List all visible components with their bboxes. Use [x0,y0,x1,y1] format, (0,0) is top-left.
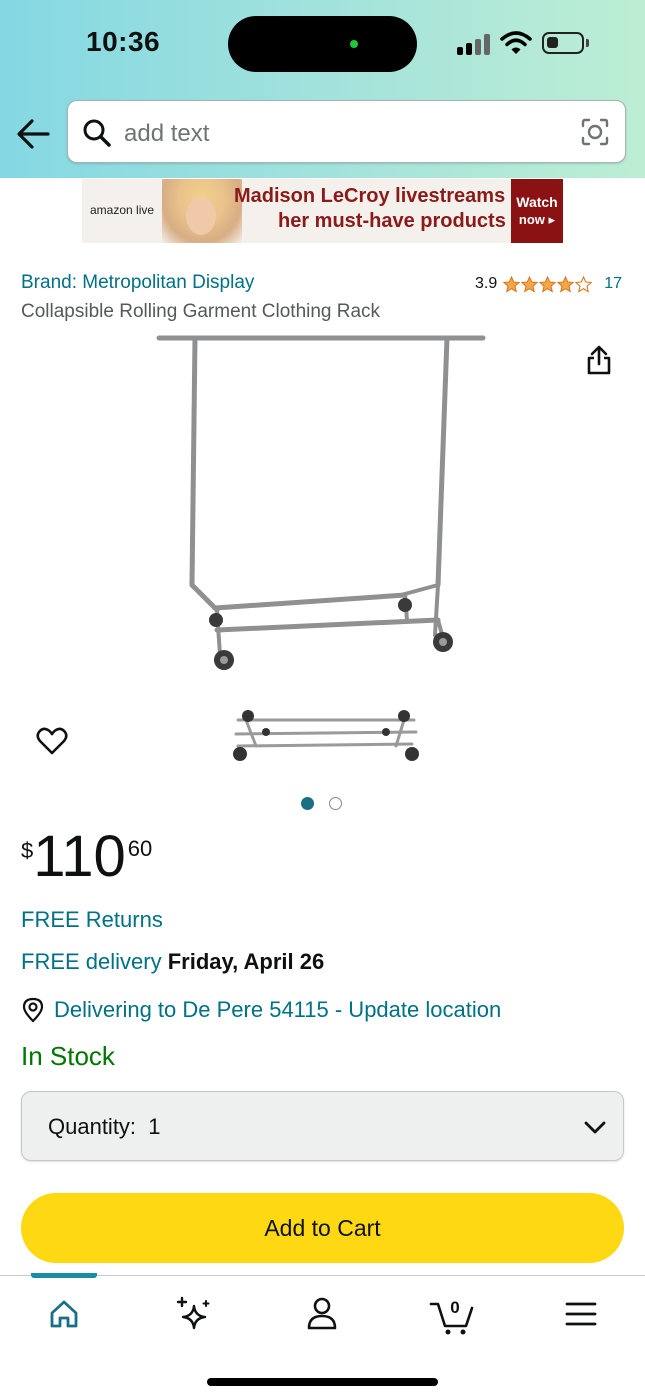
product-folded-image [233,710,419,761]
ad-headline: Madison LeCroy livestreams [234,185,506,207]
search-icon [83,119,111,147]
location-pin-icon [22,997,44,1023]
review-count[interactable]: 17 [604,275,622,293]
heart-icon[interactable] [36,726,68,756]
home-indicator [207,1378,438,1386]
home-icon[interactable] [39,1292,89,1336]
star-icon [557,275,575,293]
brand-link[interactable]: Brand: Metropolitan Display [21,272,254,294]
rufus-sparkle-icon[interactable] [168,1292,218,1336]
price-fraction: 60 [127,836,153,861]
delivery-location[interactable]: Delivering to De Pere 54115 - Update loc… [21,997,501,1023]
free-delivery-link[interactable]: FREE delivery [21,949,162,974]
battery-cap [586,39,589,47]
price-symbol: $ [21,838,34,863]
account-icon[interactable] [297,1292,347,1336]
back-arrow-icon[interactable] [14,116,52,152]
battery-icon [542,32,584,54]
delivery-info[interactable]: FREE delivery Friday, April 26 [21,949,324,975]
star-icon [539,275,557,293]
chevron-down-icon [584,1121,606,1134]
amazon-live-logo: amazon live [90,203,155,217]
camera-search-icon[interactable] [580,117,610,147]
cart-icon[interactable]: 0 [428,1292,478,1336]
camera-indicator-dot [350,40,358,48]
ad-watch-now-button[interactable]: Watch now ▸ [511,179,563,243]
dynamic-island [228,16,417,72]
rating-value: 3.9 [475,275,498,292]
star-icon [575,275,593,293]
ad-subheadline: her must-have products [278,210,506,232]
product-image[interactable] [155,330,490,680]
delivery-date: Friday, April 26 [167,949,325,974]
image-carousel-dots [301,797,342,810]
carousel-dot[interactable] [329,797,342,810]
price-whole: 110 [33,824,126,889]
product-title: Collapsible Rolling Garment Clothing Rac… [21,301,381,322]
quantity-value: 1 [148,1114,161,1139]
status-time: 10:36 [86,26,161,57]
ad-banner[interactable]: amazon live Madison LeCroy livestreams h… [82,179,563,243]
search-bar[interactable]: add text [67,100,626,163]
add-to-cart-button[interactable]: Add to Cart [21,1193,624,1263]
rating-stars [503,275,593,293]
search-input[interactable]: add text [124,120,209,148]
share-icon[interactable] [585,344,613,376]
price: $ 110 60 [21,826,152,888]
ad-watch-label: Watch [516,194,558,210]
cart-count: 0 [450,1298,459,1317]
quantity-label: Quantity: 1 [48,1114,161,1139]
wifi-icon [500,31,532,54]
carousel-dot[interactable] [301,797,314,810]
location-text[interactable]: Delivering to De Pere 54115 - Update loc… [54,997,501,1023]
stock-status: In Stock [21,1041,115,1071]
quantity-select[interactable]: Quantity: 1 [21,1091,624,1161]
ad-person-face [186,197,216,235]
star-icon [521,275,539,293]
free-returns-link[interactable]: FREE Returns [21,907,163,933]
star-icon [503,275,521,293]
active-tab-indicator [31,1273,97,1278]
cellular-signal-icon [457,33,491,55]
rating-summary[interactable]: 3.9 17 [475,275,622,293]
menu-icon[interactable] [556,1292,606,1336]
ad-now-label: now ▸ [518,212,556,227]
